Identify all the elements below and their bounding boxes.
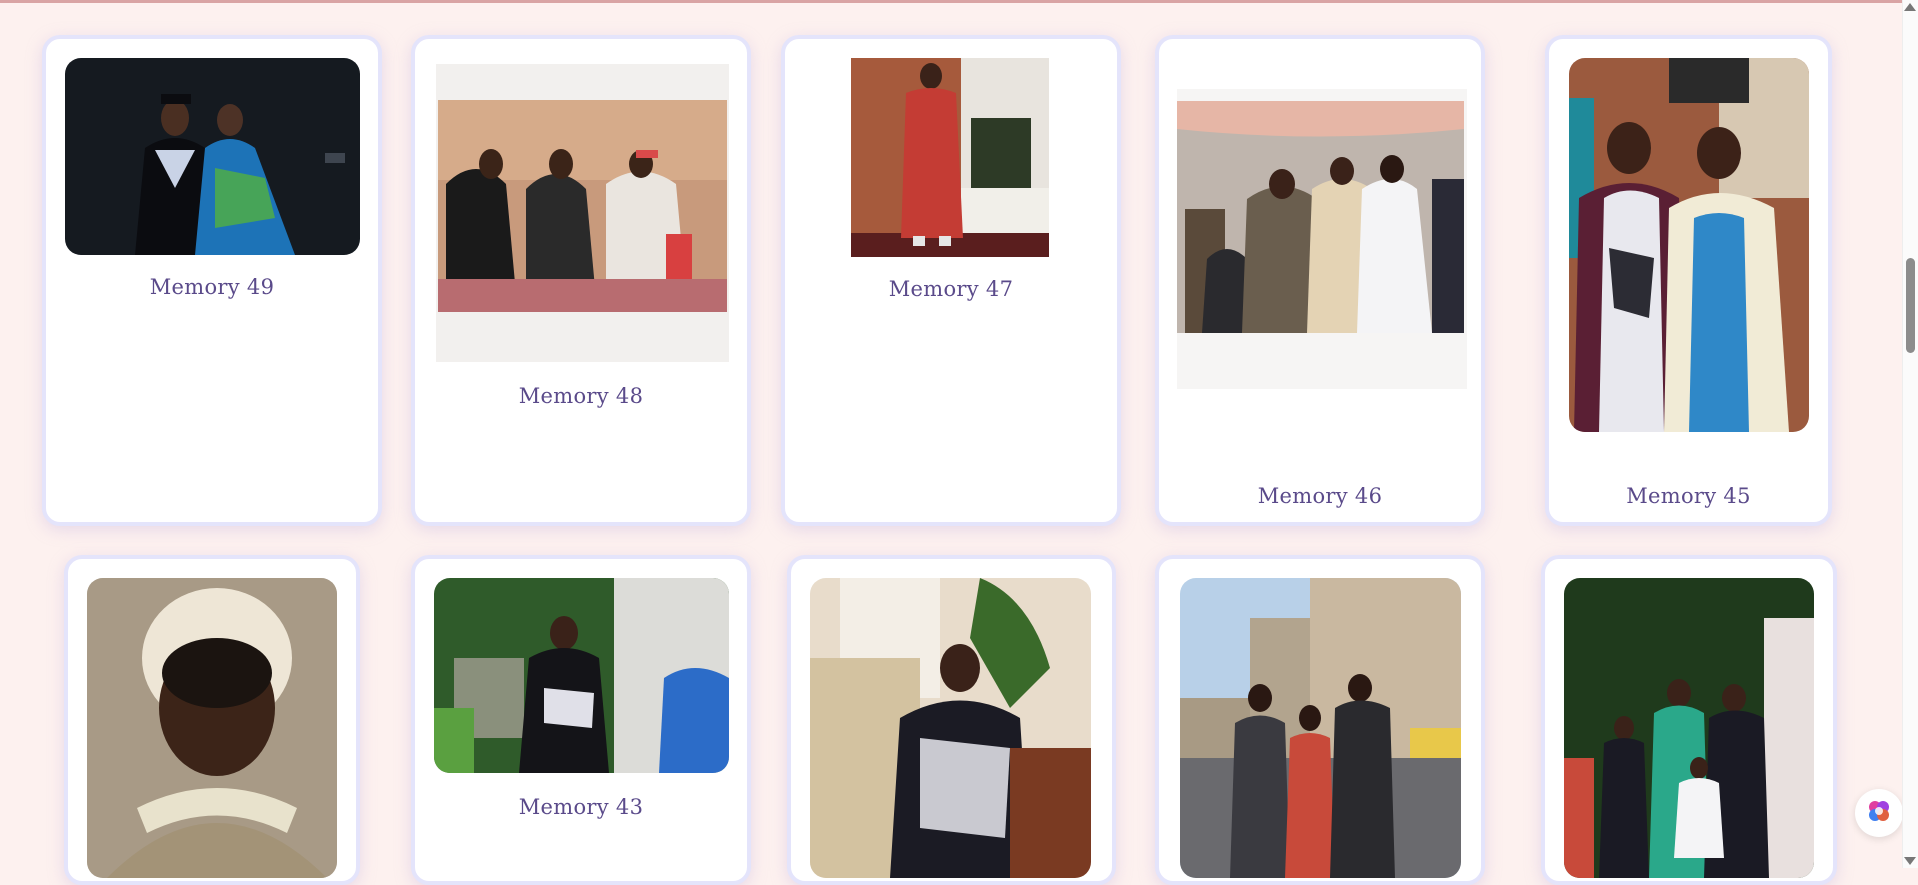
memory-card[interactable]: Memory 43: [411, 555, 751, 885]
memory-photo[interactable]: [1180, 578, 1461, 878]
memory-photo[interactable]: [87, 578, 337, 878]
brain-icon: [1866, 798, 1892, 828]
memory-card[interactable]: [787, 555, 1116, 885]
memory-card[interactable]: Memory 47: [781, 35, 1121, 526]
memory-photo[interactable]: [1177, 89, 1467, 389]
memory-title: Memory 43: [518, 795, 644, 819]
memory-card[interactable]: Memory 45: [1545, 35, 1832, 526]
memory-photo[interactable]: [1564, 578, 1814, 878]
memory-photo[interactable]: [434, 578, 729, 773]
page-scrollbar[interactable]: [1902, 0, 1918, 868]
memory-title: Memory 47: [888, 277, 1014, 301]
memory-title: Memory 49: [149, 275, 275, 299]
memory-photo[interactable]: [851, 58, 1049, 257]
top-border: [0, 0, 1903, 3]
memory-card[interactable]: [1541, 555, 1837, 885]
memory-card[interactable]: Memory 49: [42, 35, 382, 526]
memory-title: Memory 46: [1257, 484, 1383, 508]
memory-photo[interactable]: [1569, 58, 1809, 432]
memory-photo[interactable]: [436, 64, 729, 362]
memory-title: Memory 48: [518, 384, 644, 408]
memory-card[interactable]: Memory 48: [411, 35, 751, 526]
memory-title: Memory 45: [1626, 484, 1751, 508]
memory-photo[interactable]: [810, 578, 1091, 878]
memory-photo[interactable]: [65, 58, 360, 255]
memory-card[interactable]: [1155, 555, 1485, 885]
scroll-up-arrow-icon[interactable]: [1904, 3, 1916, 11]
memory-card[interactable]: [64, 555, 360, 885]
assistant-button[interactable]: [1855, 789, 1903, 837]
scroll-thumb[interactable]: [1906, 258, 1915, 353]
scroll-down-arrow-icon[interactable]: [1904, 857, 1916, 865]
memory-card[interactable]: Memory 46: [1155, 35, 1485, 526]
